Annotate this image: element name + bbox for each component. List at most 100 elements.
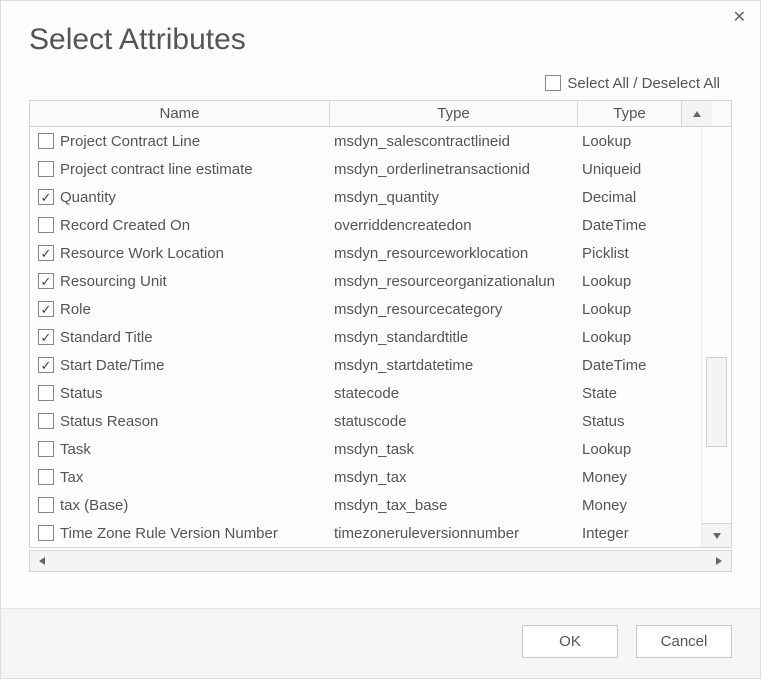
row-name-label: Standard Title [60,329,153,346]
table-row[interactable]: Start Date/Time msdyn_startdatetimeDateTi… [30,351,701,379]
row-checkbox[interactable] [38,329,54,345]
cell-name: tax (Base) [30,497,330,514]
dialog-title: Select Attributes [1,1,760,71]
cell-type1: msdyn_salescontractlineid [330,133,578,150]
table-row[interactable]: Project contract line estimate msdyn_orde… [30,155,701,183]
cell-type2: Uniqueid [578,161,682,178]
table-row[interactable]: Taxmsdyn_taxMoney [30,463,701,491]
row-name-label: tax (Base) [60,497,128,514]
row-checkbox[interactable] [38,217,54,233]
col-type2[interactable]: Type [578,101,682,126]
table-row[interactable]: Role msdyn_resourcecategoryLookup [30,295,701,323]
cell-type2: Lookup [578,133,682,150]
scroll-left-button[interactable] [30,551,54,571]
cell-type1: msdyn_startdatetime [330,357,578,374]
row-checkbox[interactable] [38,525,54,541]
cell-name: Task [30,441,330,458]
cell-type1: msdyn_resourcecategory [330,301,578,318]
row-name-label: Status [60,385,103,402]
dialog-footer: OK Cancel [1,608,760,678]
vertical-scrollbar[interactable] [701,127,731,547]
select-all-checkbox[interactable] [545,75,561,91]
scroll-down-button[interactable] [702,523,731,547]
row-checkbox[interactable] [38,497,54,513]
cell-type2: Money [578,497,682,514]
select-all-label: Select All / Deselect All [567,75,720,92]
select-attributes-dialog: ✕ Select Attributes Select All / Deselec… [0,0,761,679]
hscroll-track[interactable] [54,551,707,571]
cell-type2: DateTime [578,217,682,234]
table-row[interactable]: Record Created On overriddencreatedonDate… [30,211,701,239]
col-name[interactable]: Name [30,101,330,126]
row-checkbox[interactable] [38,469,54,485]
scrollbar-thumb[interactable] [706,357,727,447]
cell-type1: statecode [330,385,578,402]
table-row[interactable]: Status statecodeState [30,379,701,407]
row-checkbox[interactable] [38,161,54,177]
cell-name: Resource Work Location [30,245,330,262]
ok-button[interactable]: OK [522,625,618,658]
scroll-up-button[interactable] [682,101,712,126]
row-name-label: Tax [60,469,83,486]
row-checkbox[interactable] [38,413,54,429]
cell-name: Record Created On [30,217,330,234]
table-row[interactable]: Project Contract Line msdyn_salescontract… [30,127,701,155]
row-checkbox[interactable] [38,441,54,457]
cancel-button[interactable]: Cancel [636,625,732,658]
cell-type2: Picklist [578,245,682,262]
row-checkbox[interactable] [38,189,54,205]
col-type1[interactable]: Type [330,101,578,126]
cell-type1: msdyn_orderlinetransactionid [330,161,578,178]
horizontal-scrollbar[interactable] [29,550,732,572]
cell-name: Status [30,385,330,402]
cell-type2: State [578,385,682,402]
table-row[interactable]: Task msdyn_taskLookup [30,435,701,463]
row-checkbox[interactable] [38,133,54,149]
cell-name: Tax [30,469,330,486]
row-checkbox[interactable] [38,357,54,373]
row-checkbox[interactable] [38,245,54,261]
table-row[interactable]: tax (Base) msdyn_tax_baseMoney [30,491,701,519]
cell-type1: msdyn_resourceorganizationalun [330,273,578,290]
cell-type2: DateTime [578,357,682,374]
table-row[interactable]: Status ReasonstatuscodeStatus [30,407,701,435]
cell-type2: Lookup [578,301,682,318]
cell-type1: msdyn_quantity [330,189,578,206]
cell-type1: msdyn_tax_base [330,497,578,514]
attributes-table: Name Type Type Project Contract Line msdy… [29,100,732,548]
cell-name: Start Date/Time [30,357,330,374]
cell-type1: msdyn_tax [330,469,578,486]
cell-type1: timezoneruleversionnumber [330,525,578,542]
row-name-label: Status Reason [60,413,158,430]
table-row[interactable]: Time Zone Rule Version Number timezonerul… [30,519,701,547]
row-name-label: Time Zone Rule Version Number [60,525,278,542]
row-name-label: Role [60,301,91,318]
table-header: Name Type Type [30,101,731,127]
cell-name: Time Zone Rule Version Number [30,525,330,542]
row-checkbox[interactable] [38,301,54,317]
close-icon[interactable]: ✕ [733,7,746,27]
table-row[interactable]: Quantity msdyn_quantityDecimal [30,183,701,211]
row-name-label: Project Contract Line [60,133,200,150]
row-checkbox[interactable] [38,385,54,401]
row-name-label: Quantity [60,189,116,206]
row-name-label: Resourcing Unit [60,273,167,290]
cell-type2: Status [578,413,682,430]
row-checkbox[interactable] [38,273,54,289]
row-name-label: Record Created On [60,217,190,234]
table-row[interactable]: Resourcing Unit msdyn_resourceorganizatio… [30,267,701,295]
table-row[interactable]: Resource Work Locationmsdyn_resourcework… [30,239,701,267]
cell-name: Project Contract Line [30,133,330,150]
cell-type2: Integer [578,525,682,542]
cell-type1: overriddencreatedon [330,217,578,234]
cell-type1: msdyn_task [330,441,578,458]
row-name-label: Project contract line estimate [60,161,253,178]
cell-type2: Lookup [578,441,682,458]
table-row[interactable]: Standard Titlemsdyn_standardtitleLookup [30,323,701,351]
row-name-label: Start Date/Time [60,357,164,374]
row-name-label: Task [60,441,91,458]
select-all-row: Select All / Deselect All [1,71,760,100]
cell-name: Resourcing Unit [30,273,330,290]
scroll-right-button[interactable] [707,551,731,571]
cell-type2: Decimal [578,189,682,206]
